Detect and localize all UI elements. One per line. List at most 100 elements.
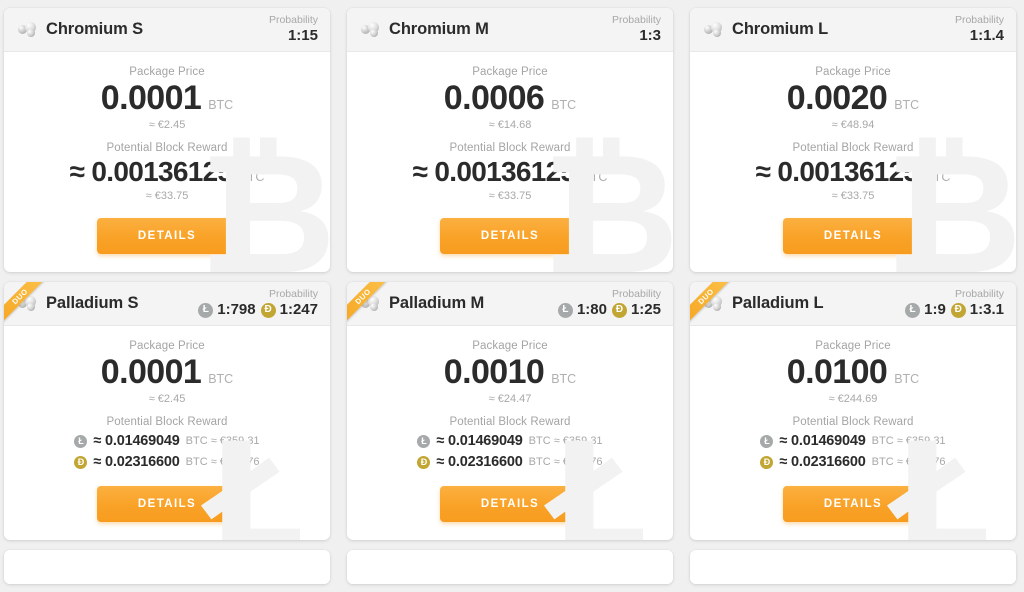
package-price-row: 0.0006 BTC (363, 79, 657, 118)
block-reward-lines: Ł ≈ 0.01469049 BTC ≈ €359.31 Ɖ ≈ 0.02316… (706, 433, 1000, 470)
details-button[interactable]: DETAILS (97, 486, 237, 523)
block-reward-row: ≈ 0.00136125 BTC (20, 155, 314, 189)
card-title: Palladium M (389, 294, 485, 313)
package-card-palladium-s[interactable]: DUO Palladium S Probability Ł 1:798 Ɖ 1:… (4, 282, 330, 541)
package-card-grid-row3 (0, 550, 1024, 585)
dogecoin-icon: Ɖ (260, 302, 276, 318)
block-reward-row: ≈ 0.00136125 BTC (363, 155, 657, 189)
block-reward-fiat: ≈ €33.75 (145, 190, 189, 203)
block-reward-litecoin-sub: BTC ≈ €359.31 (185, 435, 260, 448)
details-button[interactable]: DETAILS (97, 218, 237, 255)
probability-litecoin: Ł 1:9 (905, 302, 946, 318)
package-card-row3-2[interactable] (347, 550, 673, 585)
package-price-row: 0.0100 BTC (706, 353, 1000, 392)
package-price-unit: BTC (894, 98, 920, 112)
details-button[interactable]: DETAILS (783, 218, 923, 255)
details-button-wrap: DETAILS (706, 486, 1000, 523)
package-card-palladium-m[interactable]: DUO Palladium M Probability Ł 1:80 Ɖ 1:2… (347, 282, 673, 541)
card-title: Palladium S (46, 294, 139, 313)
probability-dogecoin: Ɖ 1:25 (611, 302, 661, 318)
details-button[interactable]: DETAILS (440, 486, 580, 523)
probability-block: Probability Ł 1:9 Ɖ 1:3.1 (905, 289, 1004, 318)
litecoin-icon: Ł (905, 302, 921, 318)
probability-litecoin: Ł 1:80 (557, 302, 607, 318)
card-title: Chromium M (389, 20, 489, 38)
litecoin-icon: Ł (760, 434, 774, 448)
probability-dual: Ł 1:9 Ɖ 1:3.1 (905, 302, 1004, 318)
details-button-wrap: DETAILS (363, 218, 657, 255)
block-reward-litecoin-sub: BTC ≈ €359.31 (528, 435, 603, 448)
block-reward-dogecoin-sub: BTC ≈ €565.76 (871, 456, 946, 469)
block-reward-dogecoin: Ɖ ≈ 0.02316600 BTC ≈ €565.76 (417, 454, 603, 471)
card-body: Ł Package Price 0.0010 BTC ≈ €24.47 Pote… (347, 326, 673, 540)
block-reward-litecoin-sub: BTC ≈ €359.31 (871, 435, 946, 448)
package-price-row: 0.0010 BTC (363, 353, 657, 392)
probability-block: Probability 1:1.4 (954, 13, 1004, 45)
details-button[interactable]: DETAILS (783, 486, 923, 523)
dogecoin-icon: Ɖ (950, 302, 966, 318)
package-price-fiat: ≈ €2.45 (148, 393, 186, 406)
block-reward-label: Potential Block Reward (792, 142, 914, 155)
card-header: Palladium S Probability Ł 1:798 Ɖ 1:247 (4, 282, 330, 327)
card-header: Chromium L Probability 1:1.4 (690, 8, 1016, 52)
chromium-icon (361, 21, 380, 38)
package-price-row: 0.0001 BTC (20, 79, 314, 118)
block-reward-dogecoin-value: ≈ 0.02316600 (436, 454, 523, 471)
block-reward-litecoin: Ł ≈ 0.01469049 BTC ≈ €359.31 (760, 433, 946, 449)
card-header (347, 550, 673, 585)
card-header-left: Palladium L (704, 294, 905, 313)
package-price-label: Package Price (129, 66, 205, 78)
block-reward-label: Potential Block Reward (792, 416, 914, 429)
card-header-left: Chromium S (18, 20, 269, 39)
package-card-chromium-s[interactable]: Chromium S Probability 1:15 ₿ Package Pr… (4, 8, 330, 273)
litecoin-icon: Ł (417, 434, 431, 448)
details-button-wrap: DETAILS (20, 218, 314, 255)
block-reward-lines: Ł ≈ 0.01469049 BTC ≈ €359.31 Ɖ ≈ 0.02316… (363, 433, 657, 470)
palladium-icon (704, 295, 723, 312)
details-button-wrap: DETAILS (363, 486, 657, 523)
package-price-label: Package Price (472, 66, 548, 78)
chromium-icon (18, 21, 37, 38)
block-reward-litecoin-value: ≈ 0.01469049 (93, 433, 180, 450)
block-reward-dogecoin-sub: BTC ≈ €565.76 (185, 456, 260, 469)
details-button-wrap: DETAILS (706, 218, 1000, 255)
package-price-unit: BTC (551, 98, 577, 112)
card-header: Palladium L Probability Ł 1:9 Ɖ 1:3.1 (690, 282, 1016, 327)
block-reward-label: Potential Block Reward (106, 416, 228, 429)
package-price-unit: BTC (894, 372, 920, 387)
package-price-unit: BTC (208, 372, 234, 387)
package-card-chromium-m[interactable]: Chromium M Probability 1:3 ₿ Package Pri… (347, 8, 673, 273)
package-card-chromium-l[interactable]: Chromium L Probability 1:1.4 ₿ Package P… (690, 8, 1016, 273)
package-card-row3-3[interactable] (690, 550, 1016, 585)
block-reward-label: Potential Block Reward (449, 416, 571, 429)
package-card-palladium-l[interactable]: DUO Palladium L Probability Ł 1:9 Ɖ 1:3.… (690, 282, 1016, 541)
block-reward-value: ≈ 0.00136125 (755, 156, 919, 188)
card-header (4, 550, 330, 585)
probability-label: Probability (954, 13, 1004, 26)
package-price-value: 0.0001 (100, 79, 202, 117)
details-button-wrap: DETAILS (20, 486, 314, 523)
package-card-row3-1[interactable] (4, 550, 330, 585)
card-header: Chromium S Probability 1:15 (4, 8, 330, 52)
details-button[interactable]: DETAILS (440, 218, 580, 255)
card-body: ₿ Package Price 0.0006 BTC ≈ €14.68 Pote… (347, 52, 673, 272)
block-reward-litecoin: Ł ≈ 0.01469049 BTC ≈ €359.31 (417, 433, 603, 450)
package-price-row: 0.0020 BTC (706, 79, 1000, 118)
package-price-label: Package Price (472, 340, 548, 353)
block-reward-dogecoin-sub: BTC ≈ €565.76 (528, 456, 603, 469)
block-reward-fiat: ≈ €33.75 (831, 190, 875, 203)
dogecoin-icon: Ɖ (760, 455, 774, 469)
palladium-icon (361, 295, 380, 312)
block-reward-dogecoin-value: ≈ 0.02316600 (93, 454, 180, 471)
block-reward-dogecoin-value: ≈ 0.02316600 (779, 454, 866, 471)
probability-label: Probability (611, 288, 661, 301)
block-reward-litecoin-value: ≈ 0.01469049 (436, 433, 523, 450)
block-reward-unit: BTC (239, 170, 265, 185)
probability-label: Probability (268, 288, 318, 301)
card-body: Ł Package Price 0.0100 BTC ≈ €244.69 Pot… (690, 326, 1016, 540)
package-price-value: 0.0001 (100, 353, 202, 392)
package-price-fiat: ≈ €2.45 (148, 119, 186, 132)
card-header (690, 550, 1016, 585)
card-header: Chromium M Probability 1:3 (347, 8, 673, 52)
chromium-icon (704, 21, 723, 38)
